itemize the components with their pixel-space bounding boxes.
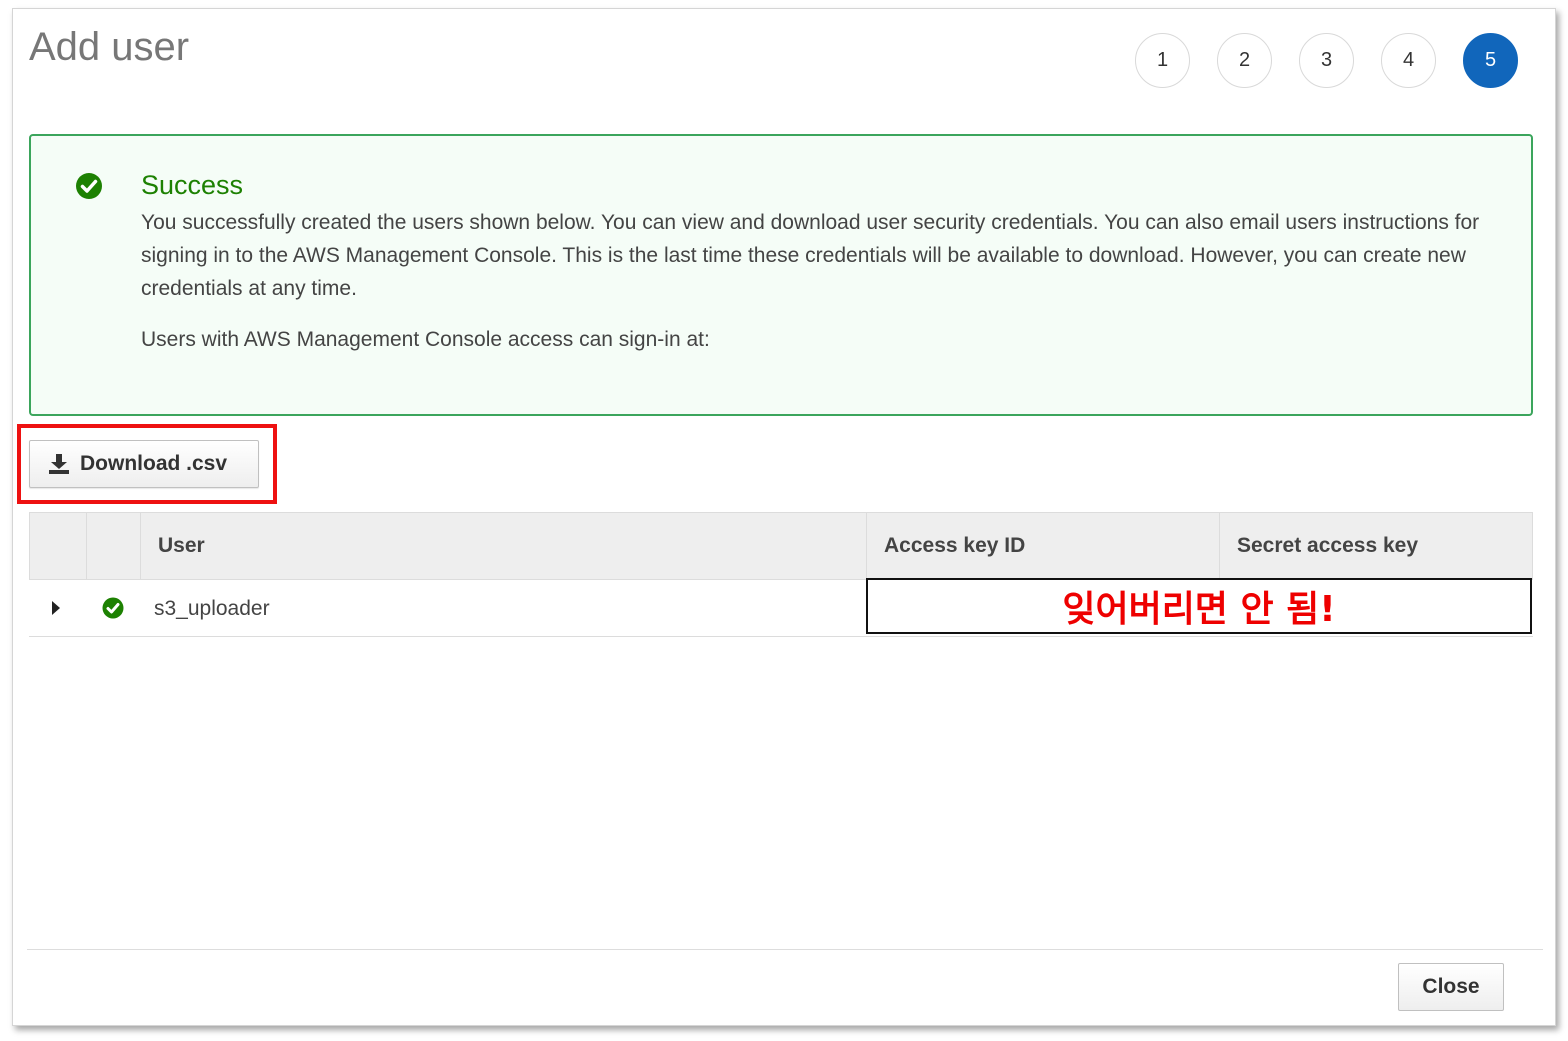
- alert-message: You successfully created the users shown…: [141, 211, 1480, 300]
- footer-divider: [27, 949, 1543, 950]
- check-circle-icon: [76, 173, 102, 199]
- header-user[interactable]: User: [140, 513, 866, 579]
- success-alert: Success You successfully created the use…: [29, 134, 1533, 416]
- page-title: Add user: [29, 25, 190, 69]
- step-5[interactable]: 5: [1463, 33, 1518, 88]
- step-2[interactable]: 2: [1217, 33, 1272, 88]
- dont-forget-annotation: 잊어버리면 안 됨!: [866, 578, 1532, 634]
- step-3[interactable]: 3: [1299, 33, 1354, 88]
- download-icon: [49, 454, 69, 474]
- caret-right-icon[interactable]: [51, 600, 61, 616]
- header-access-key-id[interactable]: Access key ID: [866, 513, 1219, 579]
- add-user-dialog: Add user 1 2 3 4 5 Success You successfu…: [12, 8, 1556, 1026]
- alert-title: Success: [141, 170, 244, 200]
- header-secret-access-key[interactable]: Secret access key: [1219, 513, 1532, 579]
- console-signin-text: Users with AWS Management Console access…: [141, 328, 710, 351]
- check-circle-icon: [102, 597, 124, 619]
- close-button[interactable]: Close: [1398, 963, 1504, 1011]
- step-4[interactable]: 4: [1381, 33, 1436, 88]
- table-header: User Access key ID Secret access key: [29, 512, 1533, 580]
- table-row: s3_uploader 잊어버리면 안 됨!: [29, 578, 1533, 637]
- credentials-table: User Access key ID Secret access key s3_…: [29, 512, 1533, 637]
- user-name-cell: s3_uploader: [154, 596, 270, 620]
- step-1[interactable]: 1: [1135, 33, 1190, 88]
- header-status-col: [86, 513, 140, 579]
- header-expand-col: [30, 513, 86, 579]
- download-csv-button[interactable]: Download .csv: [29, 440, 259, 488]
- download-csv-label: Download .csv: [80, 452, 228, 475]
